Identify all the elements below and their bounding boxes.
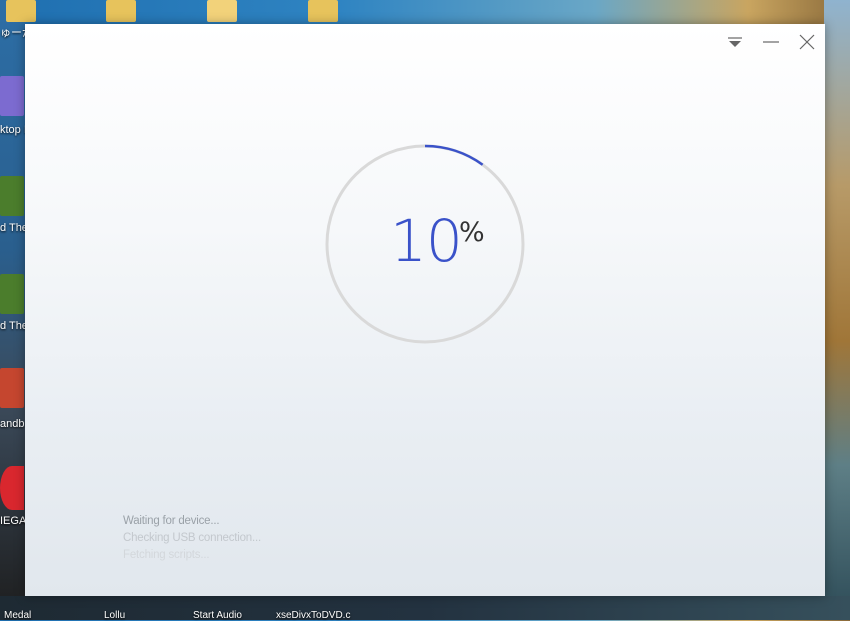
dropdown-triangle-icon: [728, 37, 742, 47]
desktop-label: IEGA: [0, 515, 27, 527]
status-line-fetching: Fetching scripts...: [123, 549, 210, 561]
desktop-label: xseDivxToDVD.c: [276, 610, 351, 621]
close-button[interactable]: [792, 30, 822, 54]
desktop-label: andb: [0, 418, 25, 430]
minimize-button[interactable]: [756, 30, 786, 54]
desktop-label: Start Audio: [193, 610, 242, 621]
folder-icon[interactable]: [106, 0, 136, 22]
folder-icon[interactable]: [207, 0, 237, 22]
game-icon[interactable]: [0, 274, 24, 314]
status-log: Waiting for device... Checking USB conne…: [123, 513, 261, 564]
candle-icon[interactable]: [0, 76, 24, 116]
minimize-icon: [763, 41, 779, 43]
app-window: 10 % Waiting for device... Checking USB …: [25, 24, 825, 596]
desktop-right-strip: [824, 0, 850, 620]
progress-percent-value: 10: [390, 207, 463, 275]
desktop-label: d The: [0, 222, 28, 234]
desktop-label: d The: [0, 320, 28, 332]
game-icon[interactable]: [0, 176, 24, 216]
progress-percent-sign: %: [459, 217, 485, 248]
status-line-usb: Checking USB connection...: [123, 532, 261, 544]
sandbox-icon[interactable]: [0, 368, 24, 408]
folder-icon[interactable]: [308, 0, 338, 22]
status-line-waiting: Waiting for device...: [123, 515, 220, 527]
close-icon: [799, 34, 815, 50]
mega-icon[interactable]: [0, 466, 24, 510]
folder-icon[interactable]: [6, 0, 36, 22]
desktop-label: Lollu: [104, 610, 126, 621]
desktop-label: ktop I: [0, 124, 27, 136]
desktop-label: Medal: [4, 610, 32, 621]
desktop-bottom-strip: [0, 596, 850, 620]
menu-dropdown-button[interactable]: [720, 30, 750, 54]
